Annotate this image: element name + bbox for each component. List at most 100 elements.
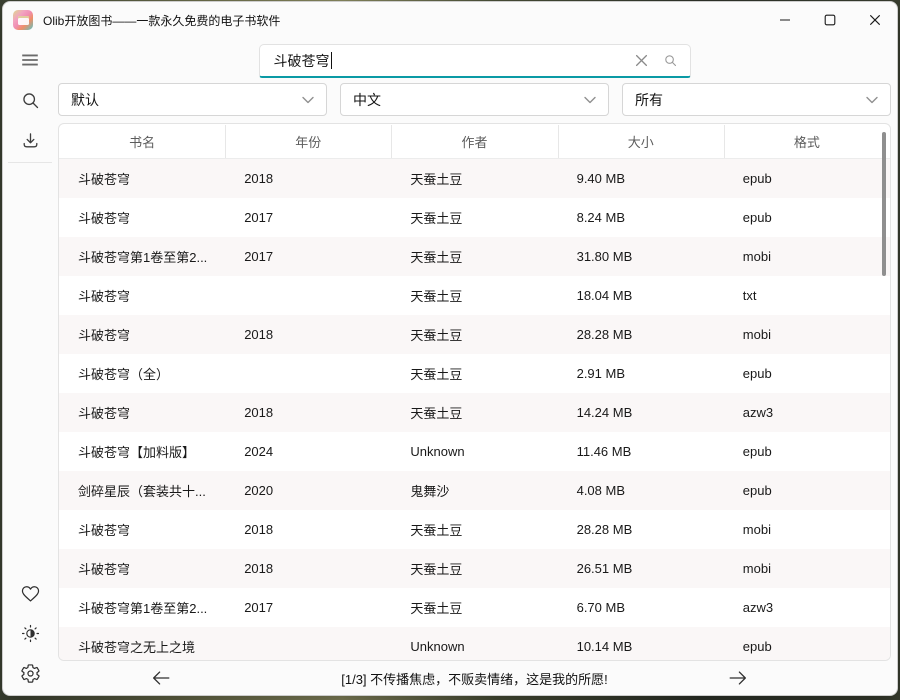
- cell-size: 8.24 MB: [558, 210, 724, 225]
- cell-author: 天蚕土豆: [391, 208, 557, 227]
- chevron-down-icon: [866, 96, 878, 104]
- sort-dropdown[interactable]: 默认: [58, 83, 327, 116]
- column-header-author[interactable]: 作者: [391, 132, 557, 151]
- chevron-down-icon: [302, 96, 314, 104]
- next-page-button[interactable]: [727, 667, 749, 689]
- table-scrollbar-thumb[interactable]: [882, 132, 886, 276]
- cell-author: 天蚕土豆: [391, 247, 557, 266]
- cell-title: 斗破苍穹: [59, 559, 225, 578]
- cell-format: epub: [724, 366, 890, 381]
- sidebar-search-button[interactable]: [10, 80, 50, 120]
- sidebar-divider: [8, 162, 52, 163]
- cell-size: 28.28 MB: [558, 327, 724, 342]
- cell-year: 2018: [225, 405, 391, 420]
- table-row[interactable]: 斗破苍穹（全） 天蚕土豆 2.91 MB epub: [59, 354, 890, 393]
- arrow-left-icon: [150, 667, 172, 689]
- brightness-contrast-icon: [20, 623, 41, 644]
- close-button[interactable]: [852, 2, 897, 38]
- search-input[interactable]: 斗破苍穹: [259, 44, 691, 78]
- maximize-button[interactable]: [807, 2, 852, 38]
- heart-icon: [20, 583, 41, 604]
- cell-title: 斗破苍穹第1卷至第2...: [59, 247, 225, 266]
- downloads-button[interactable]: [10, 120, 50, 160]
- table-row[interactable]: 斗破苍穹 天蚕土豆 18.04 MB txt: [59, 276, 890, 315]
- theme-toggle-button[interactable]: [10, 613, 50, 653]
- cell-size: 9.40 MB: [558, 171, 724, 186]
- results-table: 书名 年份 作者 大小 格式 斗破苍穹 2018 天蚕土豆 9.40 MB ep…: [58, 123, 891, 661]
- column-header-format[interactable]: 格式: [724, 132, 890, 151]
- cell-size: 28.28 MB: [558, 522, 724, 537]
- sidebar: [3, 38, 57, 695]
- download-icon: [20, 130, 41, 151]
- close-icon: [869, 14, 881, 26]
- sidebar-bottom-group: [10, 573, 50, 693]
- cell-format: azw3: [724, 405, 890, 420]
- table-row[interactable]: 斗破苍穹第1卷至第2... 2017 天蚕土豆 31.80 MB mobi: [59, 237, 890, 276]
- column-header-year[interactable]: 年份: [225, 132, 391, 151]
- cell-format: epub: [724, 210, 890, 225]
- clear-icon: [635, 54, 648, 67]
- favorites-button[interactable]: [10, 573, 50, 613]
- table-row[interactable]: 斗破苍穹 2018 天蚕土豆 9.40 MB epub: [59, 159, 890, 198]
- app-window: Olib开放图书——一款永久免费的电子书软件: [2, 1, 898, 696]
- cell-year: 2020: [225, 483, 391, 498]
- table-row[interactable]: 斗破苍穹 2018 天蚕土豆 14.24 MB azw3: [59, 393, 890, 432]
- cell-author: 鬼舞沙: [391, 481, 557, 500]
- cell-year: 2018: [225, 561, 391, 576]
- cell-title: 斗破苍穹（全）: [59, 364, 225, 383]
- sort-dropdown-value: 默认: [71, 90, 99, 110]
- cell-format: mobi: [724, 522, 890, 537]
- filter-row: 默认 中文 所有: [58, 83, 891, 116]
- cell-title: 斗破苍穹之无上之境: [59, 637, 225, 656]
- column-header-size[interactable]: 大小: [558, 132, 724, 151]
- menu-button[interactable]: [10, 40, 50, 80]
- cell-author: Unknown: [391, 444, 557, 459]
- cell-size: 31.80 MB: [558, 249, 724, 264]
- cell-title: 斗破苍穹: [59, 520, 225, 539]
- cell-author: 天蚕土豆: [391, 169, 557, 188]
- cell-year: 2017: [225, 600, 391, 615]
- cell-title: 斗破苍穹【加料版】: [59, 442, 225, 461]
- cell-author: 天蚕土豆: [391, 559, 557, 578]
- table-row[interactable]: 斗破苍穹【加料版】 2024 Unknown 11.46 MB epub: [59, 432, 890, 471]
- table-row[interactable]: 斗破苍穹 2018 天蚕土豆 28.28 MB mobi: [59, 510, 890, 549]
- cell-format: mobi: [724, 327, 890, 342]
- minimize-button[interactable]: [762, 2, 807, 38]
- cell-author: 天蚕土豆: [391, 325, 557, 344]
- settings-button[interactable]: [10, 653, 50, 693]
- cell-format: txt: [724, 288, 890, 303]
- table-body: 斗破苍穹 2018 天蚕土豆 9.40 MB epub 斗破苍穹 2017 天蚕…: [59, 159, 890, 661]
- hamburger-menu-icon: [19, 49, 41, 71]
- arrow-right-icon: [727, 667, 749, 689]
- cell-author: Unknown: [391, 639, 557, 654]
- pagination-bar: [1/3] 不传播焦虑，不贩卖情绪，这是我的所愿!: [58, 661, 891, 695]
- table-row[interactable]: 斗破苍穹 2018 天蚕土豆 26.51 MB mobi: [59, 549, 890, 588]
- window-body: 斗破苍穹 默认: [3, 38, 897, 695]
- cell-author: 天蚕土豆: [391, 598, 557, 617]
- prev-page-button[interactable]: [150, 667, 172, 689]
- cell-year: 2017: [225, 249, 391, 264]
- chevron-down-icon: [584, 96, 596, 104]
- cell-size: 10.14 MB: [558, 639, 724, 654]
- table-row[interactable]: 斗破苍穹之无上之境 Unknown 10.14 MB epub: [59, 627, 890, 661]
- window-title: Olib开放图书——一款永久免费的电子书软件: [43, 12, 280, 29]
- table-row[interactable]: 斗破苍穹第1卷至第2... 2017 天蚕土豆 6.70 MB azw3: [59, 588, 890, 627]
- column-header-title[interactable]: 书名: [59, 132, 225, 151]
- table-row[interactable]: 斗破苍穹 2017 天蚕土豆 8.24 MB epub: [59, 198, 890, 237]
- cell-author: 天蚕土豆: [391, 286, 557, 305]
- format-dropdown[interactable]: 所有: [622, 83, 891, 116]
- table-row[interactable]: 斗破苍穹 2018 天蚕土豆 28.28 MB mobi: [59, 315, 890, 354]
- cell-title: 斗破苍穹: [59, 325, 225, 344]
- cell-year: 2018: [225, 327, 391, 342]
- submit-search-button[interactable]: [663, 45, 678, 76]
- app-logo-glyph: [18, 16, 29, 25]
- table-row[interactable]: 剑碎星辰（套装共十... 2020 鬼舞沙 4.08 MB epub: [59, 471, 890, 510]
- cell-size: 6.70 MB: [558, 600, 724, 615]
- search-input-value: 斗破苍穹: [274, 51, 330, 71]
- cell-format: mobi: [724, 561, 890, 576]
- cell-size: 11.46 MB: [558, 444, 724, 459]
- cell-size: 18.04 MB: [558, 288, 724, 303]
- language-dropdown-value: 中文: [353, 90, 381, 110]
- language-dropdown[interactable]: 中文: [340, 83, 609, 116]
- clear-search-button[interactable]: [635, 45, 648, 76]
